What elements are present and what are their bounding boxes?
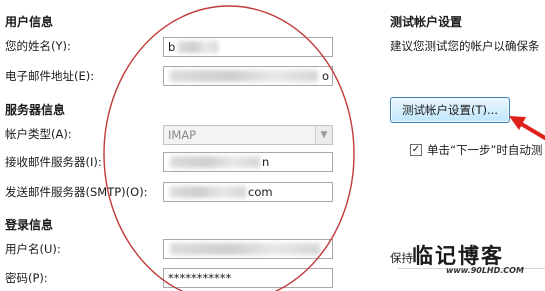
red-arrow-icon [509,116,545,140]
highlight-ellipse [103,5,355,291]
watermark-url: www.90LHD.COM [446,266,524,275]
